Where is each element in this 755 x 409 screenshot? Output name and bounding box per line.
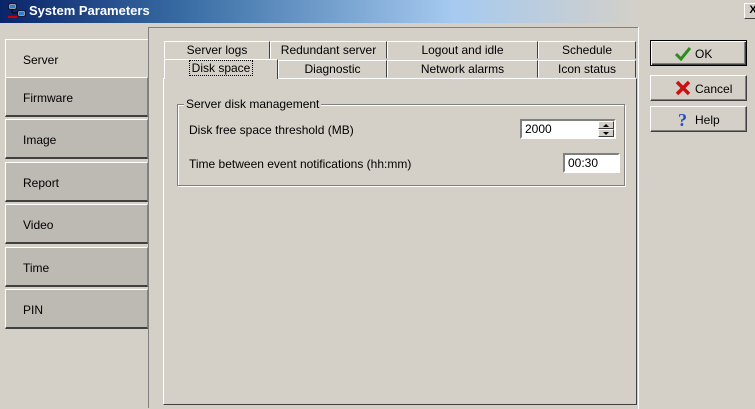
tab-icon-status[interactable]: Icon status bbox=[538, 60, 636, 78]
tab-network-alarms[interactable]: Network alarms bbox=[387, 60, 538, 78]
system-parameters-icon bbox=[8, 3, 26, 18]
sidebar-item-report[interactable]: Report bbox=[5, 162, 148, 202]
question-icon: ? bbox=[678, 111, 687, 127]
tab-disk-space[interactable]: Disk space bbox=[164, 59, 278, 79]
sidebar-item-pin[interactable]: PIN bbox=[5, 289, 148, 329]
sidebar-item-label: Video bbox=[23, 218, 54, 232]
sidebar-item-label: Image bbox=[23, 133, 57, 147]
threshold-spinner bbox=[520, 119, 618, 139]
notify-interval-input[interactable] bbox=[563, 153, 620, 173]
tab-logout-and-idle[interactable]: Logout and idle bbox=[387, 41, 538, 59]
sidebar-item-label: Time bbox=[23, 261, 50, 275]
spin-up-button[interactable] bbox=[598, 121, 614, 129]
sidebar-item-image[interactable]: Image bbox=[5, 119, 148, 159]
tab-redundant-server[interactable]: Redundant server bbox=[270, 41, 387, 59]
close-icon: X bbox=[749, 4, 755, 16]
sidebar-item-label: PIN bbox=[23, 303, 44, 317]
close-button[interactable]: X bbox=[744, 3, 755, 19]
arrow-up-icon bbox=[603, 124, 609, 127]
spin-down-button[interactable] bbox=[598, 129, 614, 137]
sidebar-item-label: Server bbox=[23, 53, 59, 67]
help-button[interactable]: ? Help bbox=[650, 106, 747, 132]
tab-diagnostic[interactable]: Diagnostic bbox=[278, 60, 387, 78]
arrow-down-icon bbox=[603, 132, 609, 135]
threshold-label: Disk free space threshold (MB) bbox=[189, 123, 354, 137]
disk-management-group bbox=[177, 104, 625, 186]
sidebar-item-server[interactable]: Server bbox=[5, 39, 155, 79]
svg-text:?: ? bbox=[678, 111, 687, 127]
ok-button[interactable]: OK bbox=[650, 40, 747, 66]
tab-server-logs[interactable]: Server logs bbox=[164, 41, 270, 59]
checkmark-icon bbox=[675, 47, 691, 61]
cancel-button[interactable]: Cancel bbox=[650, 75, 747, 101]
sidebar-item-label: Report bbox=[23, 176, 60, 190]
sidebar-item-label: Firmware bbox=[23, 91, 73, 105]
window-title: System Parameters bbox=[29, 3, 150, 18]
tab-schedule[interactable]: Schedule bbox=[538, 41, 636, 59]
title-bar: System Parameters X bbox=[0, 0, 755, 23]
group-title: Server disk management bbox=[184, 97, 322, 111]
x-icon bbox=[675, 80, 691, 96]
sidebar-item-time[interactable]: Time bbox=[5, 247, 148, 287]
sidebar-item-firmware[interactable]: Firmware bbox=[5, 77, 148, 117]
notify-label: Time between event notifications (hh:mm) bbox=[189, 157, 412, 171]
sidebar-item-video[interactable]: Video bbox=[5, 204, 148, 244]
